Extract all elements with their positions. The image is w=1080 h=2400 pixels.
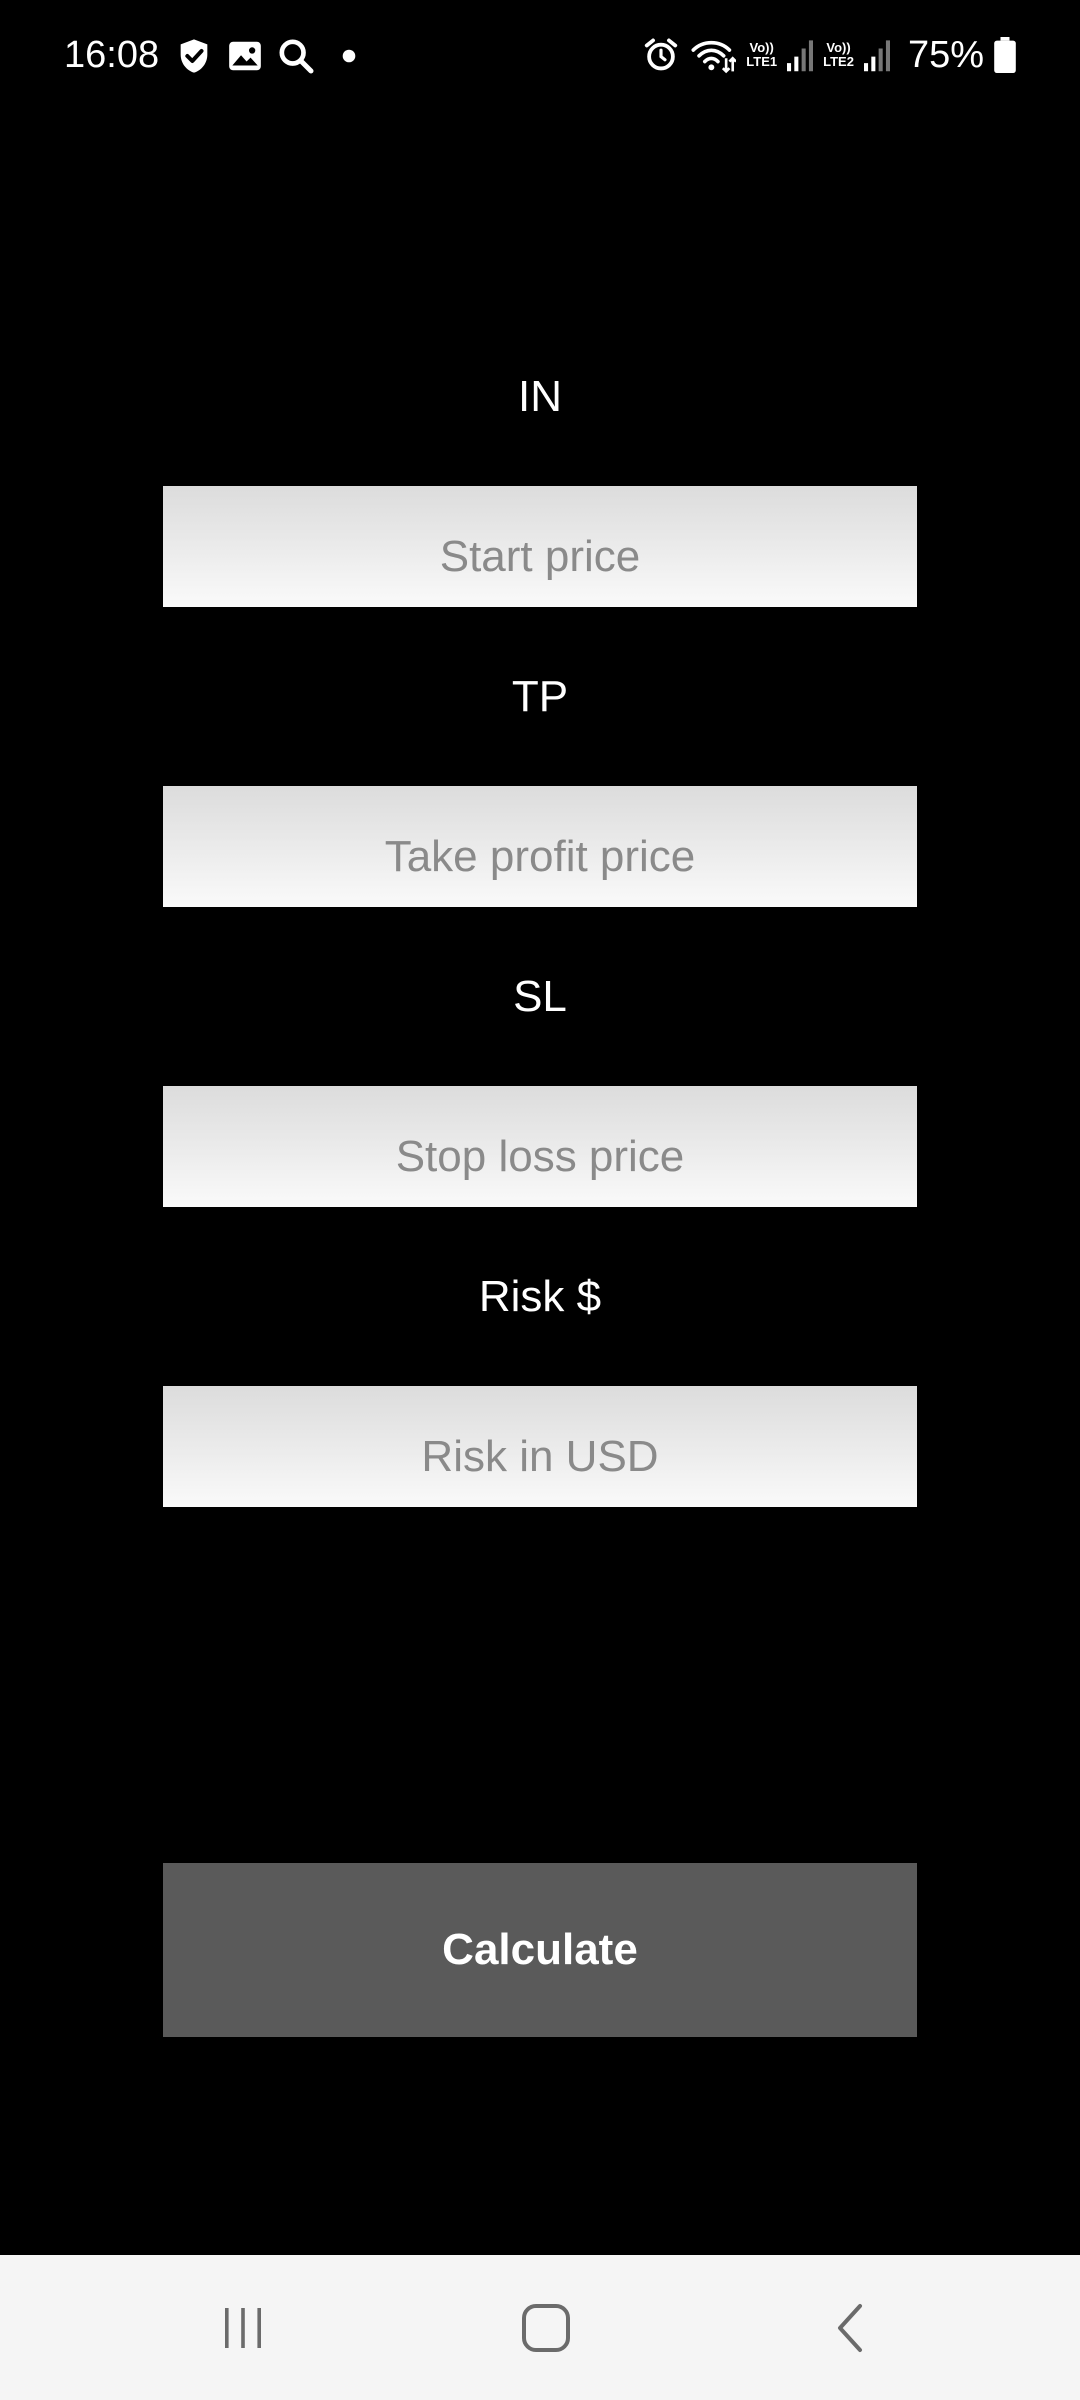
sim1-tag-bottom: LTE1	[746, 54, 778, 69]
alarm-icon	[642, 36, 680, 74]
battery-icon	[994, 37, 1016, 73]
home-button[interactable]	[446, 2255, 646, 2400]
sim2-tag-bottom: LTE2	[823, 54, 854, 69]
recents-button[interactable]	[143, 2255, 343, 2400]
take-profit-price-input[interactable]	[163, 786, 917, 907]
signal-sim1-icon	[787, 38, 814, 72]
start-price-input[interactable]	[163, 486, 917, 607]
risk-usd-input[interactable]	[163, 1386, 917, 1507]
wifi-icon	[690, 35, 737, 75]
sim2-tag-top: Vo))	[826, 40, 851, 55]
label-risk: Risk $	[478, 1272, 602, 1321]
sim2-network-tag: Vo)) LTE2	[823, 35, 854, 75]
home-icon	[519, 2301, 573, 2355]
dot-icon	[342, 49, 356, 63]
label-sl: SL	[513, 972, 567, 1021]
status-left-icons	[174, 34, 356, 78]
stop-loss-price-input[interactable]	[163, 1086, 917, 1207]
calculate-button[interactable]: Calculate	[163, 1863, 917, 2037]
navigation-bar	[0, 2255, 1080, 2400]
back-icon	[830, 2300, 870, 2356]
back-button[interactable]	[750, 2255, 950, 2400]
sim1-tag-top: Vo))	[749, 40, 774, 55]
status-time: 16:08	[64, 34, 160, 76]
recents-icon	[218, 2303, 268, 2353]
signal-sim2-icon	[863, 38, 890, 72]
sim1-network-tag: Vo)) LTE1	[746, 35, 777, 75]
search-icon	[276, 36, 316, 76]
status-bar: 16:08 Vo)) LTE1 Vo)) LTE2 75%	[0, 0, 1080, 110]
shield-check-icon	[174, 36, 214, 76]
label-in: IN	[518, 372, 562, 421]
battery-percent: 75%	[907, 34, 984, 76]
gallery-icon	[226, 37, 264, 75]
app-screen: 16:08 Vo)) LTE1 Vo)) LTE2 75% IN Start p…	[0, 0, 1080, 2400]
label-tp: TP	[511, 672, 569, 721]
status-right-icons: Vo)) LTE1 Vo)) LTE2 75%	[642, 30, 1016, 80]
